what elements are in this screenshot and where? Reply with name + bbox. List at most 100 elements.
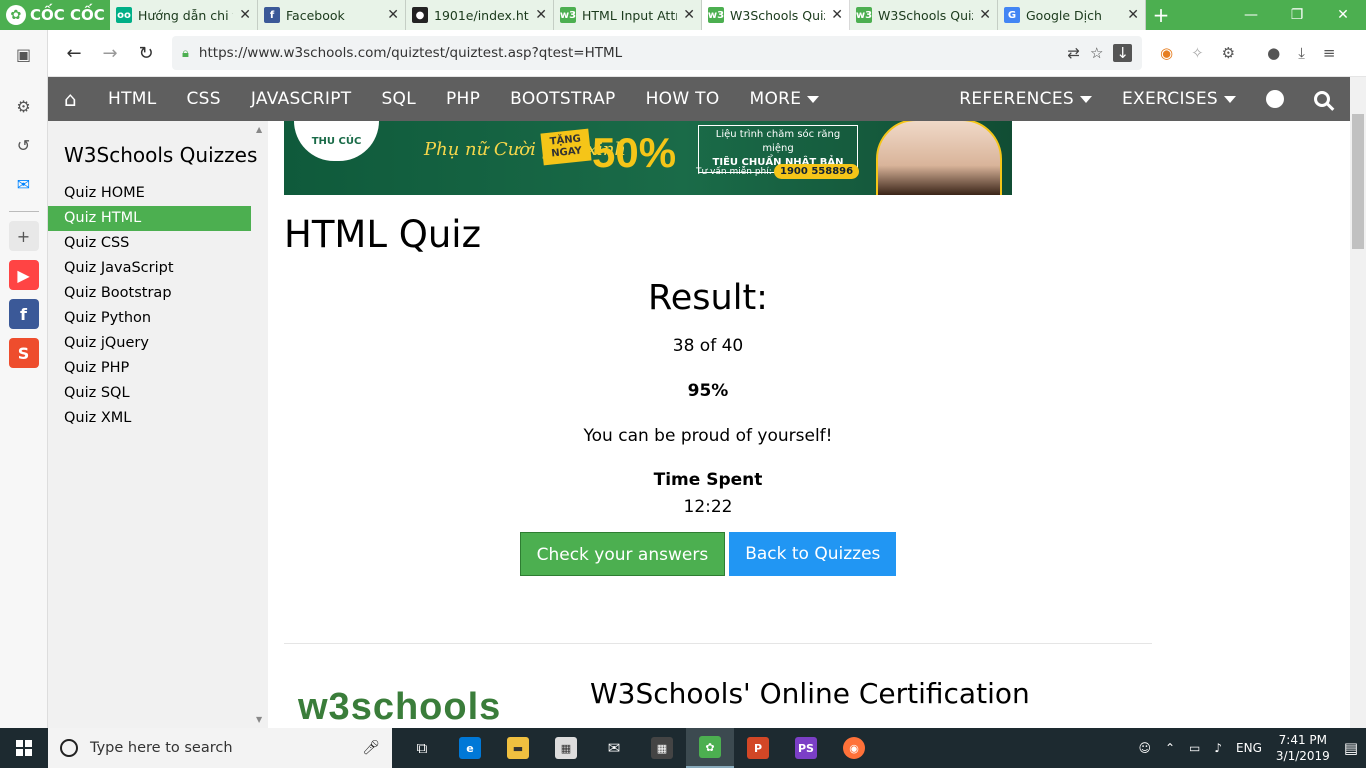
scroll-up-icon[interactable]: ▲ <box>256 125 262 134</box>
scrollbar-thumb[interactable] <box>1352 114 1364 249</box>
phpstorm-icon[interactable]: PS <box>782 728 830 768</box>
settings-icon[interactable]: ⚙ <box>9 91 39 121</box>
browser-tab[interactable]: w3 HTML Input Attrib ✕ <box>554 0 702 30</box>
browser-tab[interactable]: G Google Dịch ✕ <box>998 0 1146 30</box>
browser-tab[interactable]: w3 W3Schools Quiz R ✕ <box>850 0 998 30</box>
nav-item-css[interactable]: CSS <box>172 77 236 121</box>
brand-label: CỐC CỐC <box>30 6 105 24</box>
nav-item-more[interactable]: MORE <box>735 77 835 121</box>
taskbar-search[interactable]: Type here to search 🎤︎ <box>48 728 392 768</box>
extension-icon[interactable]: ✧ <box>1191 44 1204 62</box>
w3schools-logo: w3schools <box>298 686 502 728</box>
shopee-icon[interactable]: S <box>8 338 39 368</box>
nav-item-html[interactable]: HTML <box>93 77 172 121</box>
nav-item-sql[interactable]: SQL <box>366 77 431 121</box>
scroll-down-icon[interactable]: ▼ <box>256 715 262 724</box>
nav-item-bootstrap[interactable]: BOOTSTRAP <box>495 77 630 121</box>
tab-label: Facebook <box>286 7 345 23</box>
firefox-icon[interactable]: ◉ <box>830 728 878 768</box>
history-icon[interactable]: ↺ <box>9 130 39 160</box>
sidebar-link-quiz-python[interactable]: Quiz Python <box>48 306 251 331</box>
check-answers-button[interactable]: Check your answers <box>519 532 726 576</box>
main-content: THU CÚC Phụ nữ Cười phải xinh TẶNG NGAY … <box>268 121 1350 728</box>
sidebar-link-quiz-bootstrap[interactable]: Quiz Bootstrap <box>48 281 251 306</box>
sidebar-link-quiz-php[interactable]: Quiz PHP <box>48 356 251 381</box>
browser-tab[interactable]: oo Hướng dẫn chi tiế ✕ <box>110 0 258 30</box>
download-page-icon[interactable]: ↓ <box>1113 44 1132 62</box>
language-indicator[interactable]: ENG <box>1236 741 1262 755</box>
volume-icon[interactable]: ♪ <box>1214 741 1222 755</box>
globe-icon[interactable] <box>1251 77 1299 121</box>
certification-heading: W3Schools' Online Certification <box>590 677 1030 710</box>
sidebar-link-quiz-sql[interactable]: Quiz SQL <box>48 381 251 406</box>
minimize-icon[interactable]: — <box>1228 0 1274 30</box>
microphone-icon[interactable]: 🎤︎ <box>362 740 380 756</box>
edge-icon[interactable]: e <box>446 728 494 768</box>
tab-label: Google Dịch <box>1026 7 1102 23</box>
people-icon[interactable]: ☺ <box>1138 741 1151 755</box>
forward-arrow-icon[interactable]: → <box>92 43 128 64</box>
sidebar-link-quiz-javascript[interactable]: Quiz JavaScript <box>48 256 251 281</box>
store-icon[interactable]: ▦ <box>542 728 590 768</box>
notifications-icon[interactable]: ▤ <box>1344 739 1358 757</box>
reload-icon[interactable]: ↻ <box>128 43 164 64</box>
extension-icons: ◉ ✧ ⚙ ● ⤓ ≡ <box>1160 44 1335 62</box>
task-view-icon[interactable]: ⧉ <box>398 728 446 768</box>
browser-tab[interactable]: w3 W3Schools Quiz ✕ <box>702 0 850 30</box>
search-icon[interactable] <box>1299 77 1350 121</box>
close-tab-icon[interactable]: ✕ <box>979 7 991 23</box>
maximize-icon[interactable]: ❐ <box>1274 0 1320 30</box>
nav-item-how-to[interactable]: HOW TO <box>631 77 735 121</box>
sidebar-link-quiz-html[interactable]: Quiz HTML <box>48 206 251 231</box>
close-tab-icon[interactable]: ✕ <box>1127 7 1139 23</box>
back-arrow-icon[interactable]: ← <box>56 43 92 64</box>
messenger-icon[interactable]: ✉ <box>9 169 39 199</box>
close-tab-icon[interactable]: ✕ <box>239 7 251 23</box>
w3schools-icon: w3 <box>856 7 872 23</box>
close-tab-icon[interactable]: ✕ <box>535 7 547 23</box>
facebook-icon[interactable]: f <box>8 299 39 329</box>
ad-banner[interactable]: THU CÚC Phụ nữ Cười phải xinh TẶNG NGAY … <box>284 121 1012 195</box>
sidebar-link-quiz-css[interactable]: Quiz CSS <box>48 231 251 256</box>
coccoc-taskbar-icon[interactable]: ✿ <box>686 728 734 768</box>
bookmark-star-icon[interactable]: ☆ <box>1090 44 1103 62</box>
url-input[interactable]: 🔒︎ https://www.w3schools.com/quiztest/qu… <box>172 36 1142 70</box>
profile-icon[interactable]: ● <box>1267 44 1280 62</box>
youtube-icon[interactable]: ▶ <box>8 260 39 290</box>
sidebar-scrollbar[interactable]: ▲ ▼ <box>252 121 268 728</box>
sidebar-link-quiz-jquery[interactable]: Quiz jQuery <box>48 331 251 356</box>
mail-icon[interactable]: ✉ <box>590 728 638 768</box>
coccoc-extension-icon[interactable]: ◉ <box>1160 44 1173 62</box>
sidebar-link-quiz-xml[interactable]: Quiz XML <box>48 406 251 431</box>
add-icon[interactable]: + <box>8 221 39 251</box>
coccoc-brand[interactable]: ✿ CỐC CỐC <box>0 0 110 30</box>
menu-icon[interactable]: ≡ <box>1323 44 1336 62</box>
close-tab-icon[interactable]: ✕ <box>683 7 695 23</box>
sidebar-link-quiz-home[interactable]: Quiz HOME <box>48 181 251 206</box>
close-window-icon[interactable]: ✕ <box>1320 0 1366 30</box>
nav-item-php[interactable]: PHP <box>431 77 495 121</box>
windows-start-icon[interactable] <box>0 728 48 768</box>
nav-item-label: HOW TO <box>645 89 720 109</box>
back-to-quizzes-button[interactable]: Back to Quizzes <box>729 532 897 576</box>
close-tab-icon[interactable]: ✕ <box>831 7 843 23</box>
home-icon[interactable]: ⌂ <box>48 77 93 121</box>
battery-icon[interactable]: ▭ <box>1189 741 1200 755</box>
translate-icon[interactable]: ⇄ <box>1067 44 1080 62</box>
nav-exercises[interactable]: EXERCISES <box>1107 77 1251 121</box>
panel-icon[interactable]: ▣ <box>9 39 39 69</box>
downloads-icon[interactable]: ⤓ <box>1298 44 1305 62</box>
browser-tab[interactable]: f Facebook ✕ <box>258 0 406 30</box>
new-tab-button[interactable]: + <box>1146 0 1176 30</box>
close-tab-icon[interactable]: ✕ <box>387 7 399 23</box>
clock[interactable]: 7:41 PM 3/1/2019 <box>1276 732 1330 764</box>
tray-expand-icon[interactable]: ⌃ <box>1165 741 1175 755</box>
nav-item-javascript[interactable]: JAVASCRIPT <box>236 77 367 121</box>
extension-gear-icon[interactable]: ⚙ <box>1222 44 1235 62</box>
page-scrollbar[interactable] <box>1350 77 1366 728</box>
calculator-icon[interactable]: ▦ <box>638 728 686 768</box>
powerpoint-icon[interactable]: P <box>734 728 782 768</box>
file-explorer-icon[interactable]: ▬ <box>494 728 542 768</box>
browser-tab[interactable]: ● 1901e/index.html ✕ <box>406 0 554 30</box>
nav-references[interactable]: REFERENCES <box>944 77 1107 121</box>
